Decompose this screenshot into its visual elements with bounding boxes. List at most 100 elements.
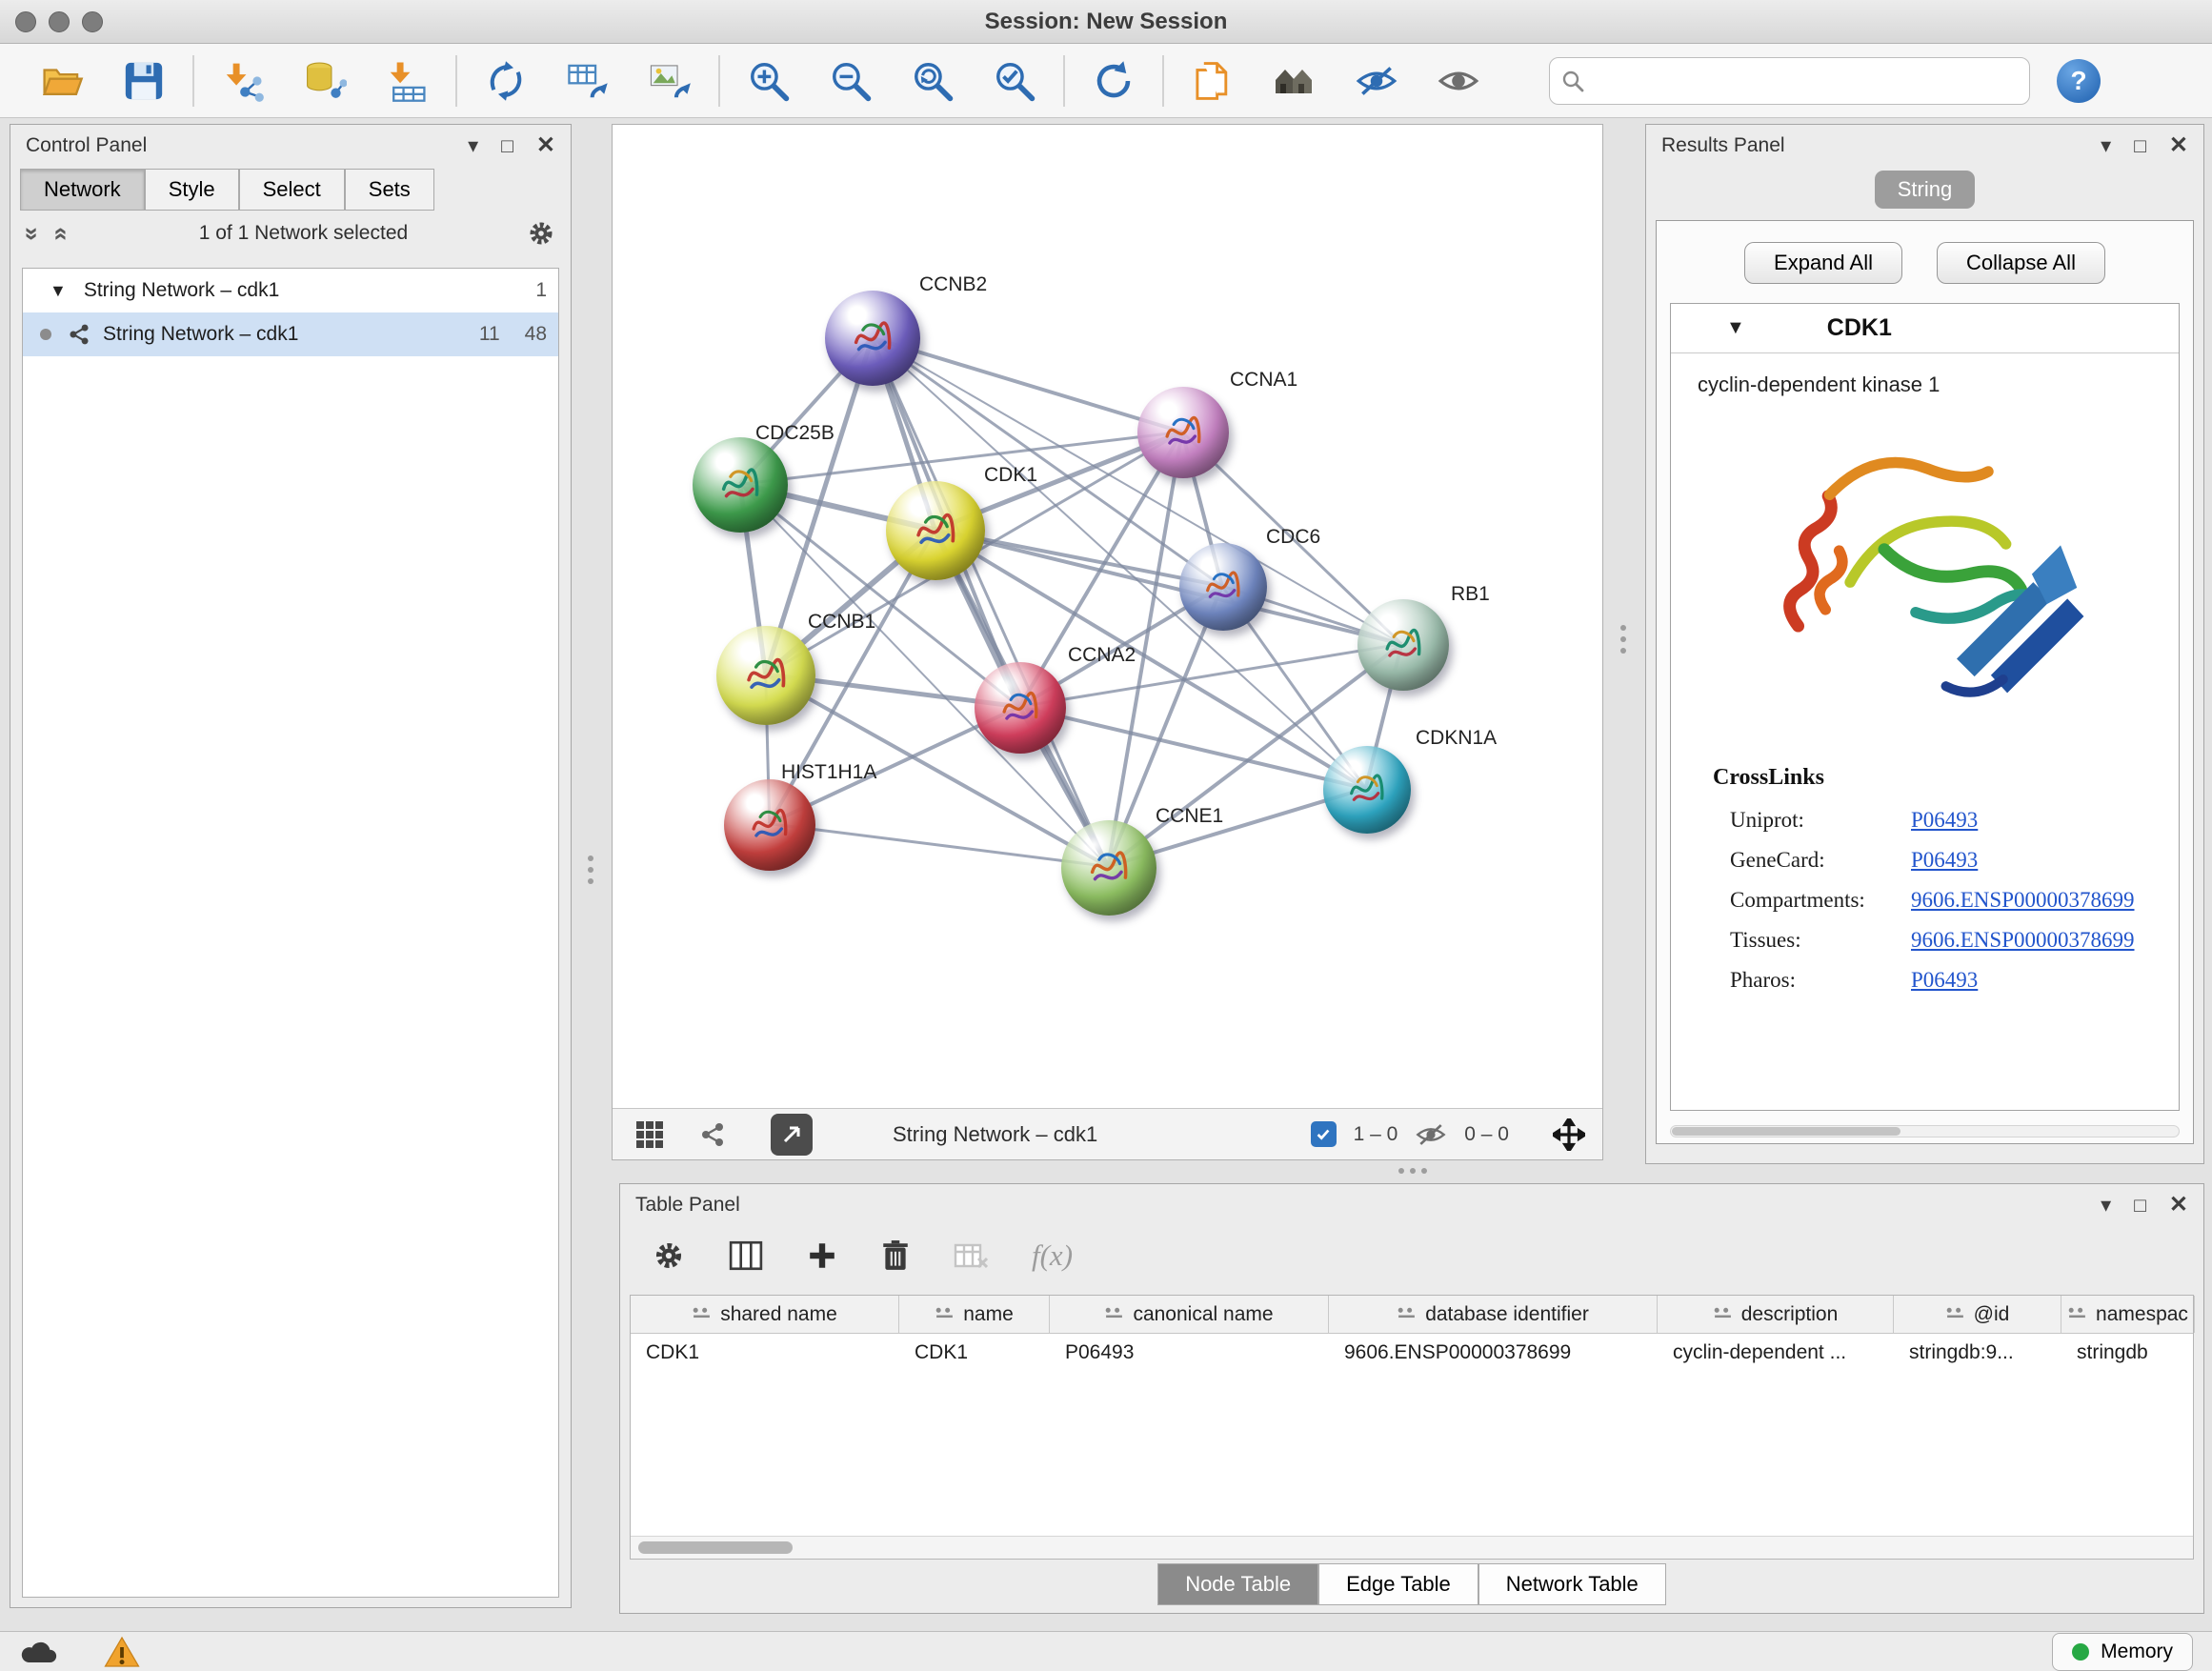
table-panel: Table Panel ▾ □ ✕ f(x) shared namenameca… [619, 1183, 2204, 1614]
tab-sets[interactable]: Sets [345, 169, 434, 211]
scrollbar-thumb[interactable] [1672, 1127, 1900, 1136]
zoom-fit-button[interactable] [908, 54, 957, 108]
collapse-section-icon[interactable]: ▼ [1726, 317, 1745, 339]
column-header--id[interactable]: @id [1894, 1296, 2061, 1333]
column-header-canonical-name[interactable]: canonical name [1050, 1296, 1329, 1333]
save-session-button[interactable] [119, 54, 169, 108]
right-splitter-handle[interactable] [1620, 625, 1626, 654]
expand-all-networks-icon[interactable]: » [18, 227, 48, 240]
birdseye-view-button[interactable] [635, 1120, 664, 1149]
panel-close-icon[interactable]: ✕ [2169, 1194, 2188, 1217]
tab-network-table[interactable]: Network Table [1478, 1563, 1666, 1605]
network-overview-button[interactable] [698, 1120, 727, 1149]
table-cell: stringdb [2061, 1334, 2195, 1372]
column-header-namespac[interactable]: namespac [2061, 1296, 2195, 1333]
node-RB1[interactable] [1357, 599, 1449, 691]
network-row[interactable]: String Network – cdk1 11 48 [23, 312, 558, 356]
refresh-layout-button[interactable] [1089, 54, 1138, 108]
panel-menu-icon[interactable]: ▾ [2101, 135, 2111, 156]
panel-float-icon[interactable]: □ [501, 136, 513, 156]
node-CDC25B[interactable] [693, 437, 788, 533]
pan-move-icon[interactable] [1553, 1118, 1585, 1151]
hide-selected-button[interactable] [1352, 54, 1401, 108]
zoom-in-button[interactable] [744, 54, 794, 108]
protein-section-header[interactable]: ▼ CDK1 [1671, 304, 2179, 353]
node-label-CCNB2: CCNB2 [919, 273, 987, 296]
node-label-CDKN1A: CDKN1A [1416, 727, 1497, 750]
expand-all-button[interactable]: Expand All [1744, 242, 1902, 284]
help-button[interactable]: ? [2057, 59, 2101, 103]
collapse-tree-icon[interactable]: ▼ [50, 281, 67, 301]
panel-menu-icon[interactable]: ▾ [468, 135, 478, 156]
columns-icon [729, 1240, 763, 1271]
tab-node-table[interactable]: Node Table [1157, 1563, 1318, 1605]
results-horizontal-scrollbar[interactable] [1670, 1125, 2180, 1137]
show-columns-button[interactable] [729, 1240, 763, 1271]
column-header-description[interactable]: description [1658, 1296, 1894, 1333]
new-network-button[interactable] [481, 54, 531, 108]
search-input[interactable] [1592, 69, 2018, 93]
network-from-table-button[interactable] [563, 54, 613, 108]
memory-button[interactable]: Memory [2052, 1633, 2193, 1671]
tab-string[interactable]: String [1875, 171, 1975, 209]
crosslink-row: Tissues:9606.ENSP00000378699 [1730, 928, 2179, 953]
column-header-name[interactable]: name [899, 1296, 1050, 1333]
clone-network-button[interactable] [1188, 54, 1237, 108]
crosslink-value-link[interactable]: P06493 [1911, 848, 1978, 872]
create-column-button[interactable] [807, 1240, 837, 1271]
left-splitter-handle[interactable] [588, 856, 593, 884]
collapse-all-button[interactable]: Collapse All [1937, 242, 2105, 284]
crosslink-value-link[interactable]: P06493 [1911, 968, 1978, 992]
import-network-database-button[interactable] [300, 54, 350, 108]
column-header-shared-name[interactable]: shared name [631, 1296, 899, 1333]
tab-edge-table[interactable]: Edge Table [1318, 1563, 1478, 1605]
selected-indicator-checkbox[interactable] [1311, 1121, 1337, 1147]
node-CCNB1[interactable] [716, 626, 815, 725]
open-session-button[interactable] [37, 54, 87, 108]
zoom-selected-button[interactable] [990, 54, 1039, 108]
node-CDK1[interactable] [886, 481, 985, 580]
zoom-out-button[interactable] [826, 54, 875, 108]
delete-table-button-disabled[interactable] [954, 1241, 988, 1270]
table-options-button[interactable] [653, 1239, 685, 1272]
tab-network[interactable]: Network [20, 169, 145, 211]
panel-close-icon[interactable]: ✕ [2169, 134, 2188, 157]
scrollbar-thumb[interactable] [638, 1541, 793, 1554]
node-CCNA2[interactable] [975, 662, 1066, 754]
network-collection-row[interactable]: ▼ String Network – cdk1 1 [23, 269, 558, 312]
delete-column-button[interactable] [881, 1239, 910, 1272]
show-all-button[interactable] [1434, 54, 1483, 108]
node-CCNE1[interactable] [1061, 820, 1156, 916]
cloud-status-button[interactable] [19, 1638, 61, 1666]
function-builder-label[interactable]: f(x) [1032, 1238, 1073, 1273]
export-image-button[interactable] [645, 54, 694, 108]
import-network-file-button[interactable] [218, 54, 268, 108]
panel-menu-icon[interactable]: ▾ [2101, 1195, 2111, 1216]
node-CCNB2[interactable] [825, 291, 920, 386]
crosslink-label: Pharos: [1730, 968, 1911, 993]
table-row[interactable]: CDK1CDK1P064939606.ENSP00000378699cyclin… [631, 1334, 2193, 1372]
table-horizontal-scrollbar[interactable] [631, 1536, 2193, 1559]
crosslink-value-link[interactable]: P06493 [1911, 808, 1978, 832]
node-CDC6[interactable] [1179, 543, 1267, 631]
crosslink-value-link[interactable]: 9606.ENSP00000378699 [1911, 888, 2135, 912]
toolbar-separator [718, 55, 720, 107]
node-CDKN1A[interactable] [1323, 746, 1411, 834]
first-neighbors-button[interactable] [1270, 54, 1319, 108]
node-HIST1H1A[interactable] [724, 779, 815, 871]
tab-style[interactable]: Style [145, 169, 239, 211]
panel-close-icon[interactable]: ✕ [536, 134, 555, 157]
network-options-gear-icon[interactable] [527, 219, 555, 248]
panel-float-icon[interactable]: □ [2134, 1196, 2146, 1216]
collapse-all-networks-icon[interactable]: » [45, 227, 74, 240]
node-CCNA1[interactable] [1137, 387, 1229, 478]
warnings-button[interactable] [103, 1635, 141, 1669]
tab-select[interactable]: Select [239, 169, 345, 211]
detach-view-button[interactable] [771, 1114, 813, 1156]
panel-float-icon[interactable]: □ [2134, 136, 2146, 156]
crosslink-value-link[interactable]: 9606.ENSP00000378699 [1911, 928, 2135, 952]
column-header-database-identifier[interactable]: database identifier [1329, 1296, 1658, 1333]
bottom-splitter-handle[interactable] [1398, 1168, 1427, 1174]
network-canvas[interactable]: CCNB2CCNA1CDC25BCDK1CDC6RB1CCNB1CCNA2CDK… [613, 125, 1602, 1108]
import-table-button[interactable] [382, 54, 432, 108]
